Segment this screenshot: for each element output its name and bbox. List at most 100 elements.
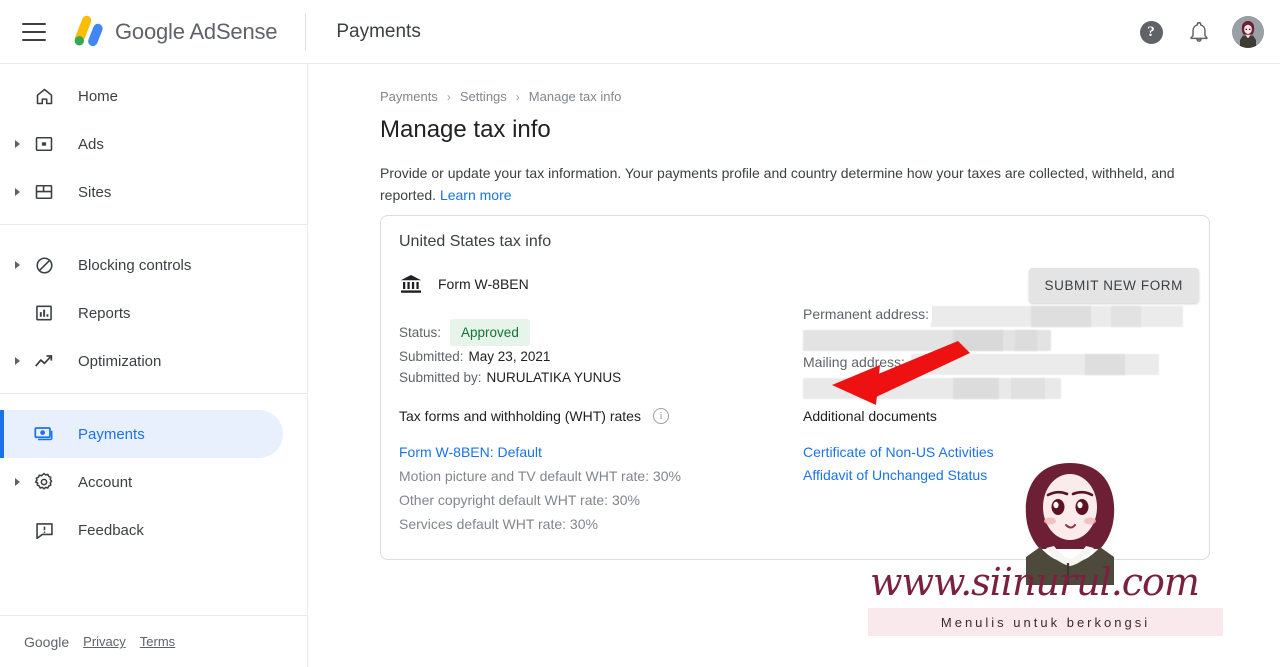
page-section-title: Payments — [336, 20, 421, 42]
redacted-block — [1085, 354, 1125, 375]
main-content: Payments › Settings › Manage tax info Ma… — [308, 64, 1280, 667]
expander-arrow-icon[interactable] — [10, 140, 24, 148]
form-row: Form W-8BEN — [399, 272, 529, 296]
redacted-block — [1011, 378, 1045, 399]
wht-rate-line: Other copyright default WHT rate: 30% — [399, 492, 640, 508]
status-badge: Approved — [450, 319, 530, 346]
mailing-address-value-row — [803, 378, 1193, 400]
redacted-block — [1031, 306, 1091, 327]
form-name: Form W-8BEN — [438, 276, 529, 292]
account-gear-icon — [32, 470, 56, 494]
adsense-logo[interactable]: Google AdSense — [68, 15, 278, 49]
footer-privacy-link[interactable]: Privacy — [83, 634, 126, 649]
expander-arrow-icon[interactable] — [10, 188, 24, 196]
info-icon[interactable]: i — [652, 408, 669, 424]
permanent-address-value-row — [803, 330, 1193, 352]
reports-icon — [32, 301, 56, 325]
wht-form-link[interactable]: Form W-8BEN: Default — [399, 444, 799, 460]
redacted-block — [953, 378, 999, 399]
payments-icon — [32, 422, 56, 446]
sidebar-item-label: Home — [78, 87, 119, 105]
sidebar-group-secondary: Blocking controls Reports Optimization — [0, 233, 307, 385]
additional-documents-title: Additional documents — [803, 408, 937, 424]
additional-documents-section: Additional documents Certificate of Non-… — [803, 408, 994, 483]
submitted-by-value: NURULATIKA YUNUS — [486, 370, 622, 385]
expander-arrow-icon[interactable] — [10, 261, 24, 269]
breadcrumb-item-manage-tax-info: Manage tax info — [528, 89, 622, 104]
submitted-row: Submitted: May 23, 2021 — [399, 346, 621, 367]
top-app-bar: Google AdSense Payments ? — [0, 0, 1280, 64]
help-icon[interactable]: ? — [1136, 17, 1166, 47]
adsense-payments-page: Google AdSense Payments ? Home Ads Sites… — [0, 0, 1280, 667]
sidebar-item-reports[interactable]: Reports — [0, 289, 283, 337]
sidebar-item-home[interactable]: Home — [0, 72, 283, 120]
blocking-icon — [32, 253, 56, 277]
sidebar-item-label: Feedback — [78, 521, 144, 539]
status-label: Status: — [399, 325, 442, 340]
sidebar-divider — [0, 224, 307, 225]
sidebar-item-ads[interactable]: Ads — [0, 120, 283, 168]
page-description: Provide or update your tax information. … — [380, 162, 1180, 206]
footer-terms-link[interactable]: Terms — [140, 634, 175, 649]
permanent-address-row: Permanent address: — [803, 306, 1193, 328]
breadcrumb: Payments › Settings › Manage tax info — [380, 89, 1280, 104]
wht-header: Tax forms and withholding (WHT) rates i — [399, 408, 799, 424]
page-title: Manage tax info — [380, 116, 551, 143]
address-section: Permanent address: Mailing address: — [803, 306, 1193, 402]
sidebar-item-feedback[interactable]: Feedback — [0, 506, 283, 554]
breadcrumb-separator: › — [515, 89, 520, 104]
expander-arrow-icon[interactable] — [10, 478, 24, 486]
mailing-address-label: Mailing address: — [803, 354, 908, 370]
topbar-actions: ? — [1136, 0, 1264, 64]
sidebar-item-payments[interactable]: Payments — [0, 410, 283, 458]
feedback-icon — [32, 518, 56, 542]
sidebar-item-label: Blocking controls — [78, 256, 192, 274]
notifications-icon[interactable] — [1184, 17, 1214, 47]
topbar-divider — [305, 12, 307, 51]
wht-section: Tax forms and withholding (WHT) rates i … — [399, 408, 799, 532]
breadcrumb-item-payments[interactable]: Payments — [380, 89, 438, 104]
submitted-by-label: Submitted by: — [399, 370, 482, 385]
permanent-address-label: Permanent address: — [803, 306, 933, 322]
submitted-label: Submitted: — [399, 349, 464, 364]
expander-arrow-icon[interactable] — [10, 357, 24, 365]
sidebar-group-tertiary: Payments Account Feedback — [0, 402, 307, 554]
brand-product: AdSense — [189, 18, 278, 44]
submitted-by-row: Submitted by: NURULATIKA YUNUS — [399, 367, 621, 388]
learn-more-link[interactable]: Learn more — [440, 187, 512, 203]
document-link-certificate[interactable]: Certificate of Non-US Activities — [803, 444, 994, 460]
breadcrumb-item-settings[interactable]: Settings — [460, 89, 507, 104]
footer-google-label: Google — [24, 633, 70, 650]
sidebar-item-sites[interactable]: Sites — [0, 168, 283, 216]
tax-info-card: United States tax info Form W-8BEN Statu… — [380, 215, 1210, 560]
bank-icon — [400, 275, 422, 293]
sites-icon — [32, 180, 56, 204]
sidebar-item-label: Account — [78, 473, 133, 491]
sidebar-item-label: Optimization — [78, 352, 162, 370]
document-link-affidavit[interactable]: Affidavit of Unchanged Status — [803, 467, 994, 483]
help-glyph: ? — [1139, 20, 1163, 44]
redacted-block — [1111, 306, 1141, 327]
avatar[interactable] — [1232, 16, 1264, 48]
sidebar-item-account[interactable]: Account — [0, 458, 283, 506]
sidebar-item-label: Ads — [78, 135, 104, 153]
sidebar-divider — [0, 393, 307, 394]
form-metadata: Status: Approved Submitted: May 23, 2021… — [399, 319, 621, 388]
wht-rate-line: Motion picture and TV default WHT rate: … — [399, 468, 681, 484]
avatar-illustration-icon — [1232, 16, 1264, 48]
home-icon — [32, 84, 56, 108]
bell-icon — [1190, 21, 1208, 42]
brand-google: Google — [115, 18, 185, 44]
optimization-icon — [32, 349, 56, 373]
sidebar-item-optimization[interactable]: Optimization — [0, 337, 283, 385]
sidebar-group-primary: Home Ads Sites — [0, 64, 307, 216]
wht-rate-line: Services default WHT rate: 30% — [399, 516, 598, 532]
sidebar-item-label: Payments — [78, 425, 145, 443]
submitted-value: May 23, 2021 — [468, 349, 551, 364]
wht-title: Tax forms and withholding (WHT) rates — [399, 408, 641, 424]
sidebar-item-blocking-controls[interactable]: Blocking controls — [0, 241, 283, 289]
main-menu-icon[interactable] — [22, 22, 46, 41]
ads-icon — [32, 132, 56, 156]
submit-new-form-button[interactable]: SUBMIT NEW FORM — [1028, 268, 1199, 303]
sidebar-nav: Home Ads Sites Blocking controls Reports… — [0, 64, 308, 667]
